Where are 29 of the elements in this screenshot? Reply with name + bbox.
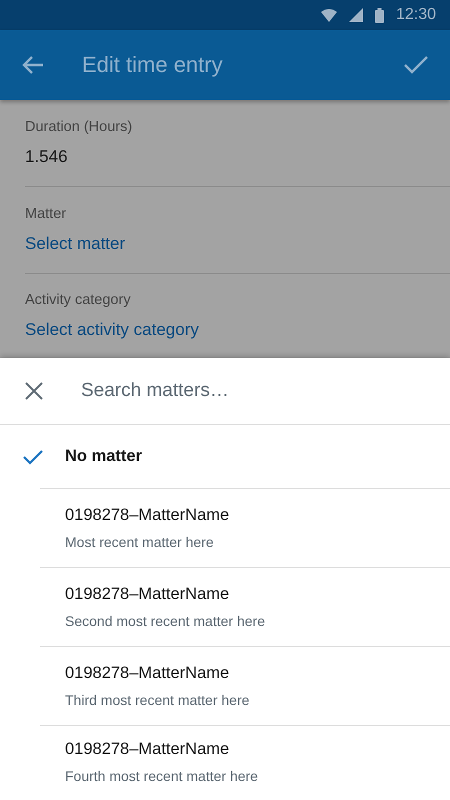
matter-title: No matter [65, 447, 144, 466]
matter-subtitle: Most recent matter here [65, 534, 215, 550]
matter-title: 0198278–MatterName [65, 740, 230, 759]
matter-subtitle: Third most recent matter here [65, 692, 250, 708]
select-link[interactable]: Select activity category [25, 320, 450, 340]
matter-subtitle: Fourth most recent matter here [65, 768, 259, 784]
matter-subtitle: Second most recent matter here [65, 613, 266, 629]
wifi-icon [320, 8, 337, 22]
check-icon [22, 450, 42, 464]
matter-item[interactable]: 0198278–MatterName Most recent matter here [0, 489, 450, 568]
select-link[interactable]: Select matter [25, 234, 450, 254]
matter-item[interactable]: 0198278–MatterName Third most recent matter here [0, 647, 450, 726]
matter-item[interactable]: 0198278–MatterName Second most recent matter here [0, 568, 450, 647]
field-label: Duration (Hours) [25, 119, 134, 135]
screen-title: Edit time entry [82, 52, 223, 78]
field-label: Matter [25, 206, 68, 222]
matter-title: 0198278–MatterName [65, 664, 230, 683]
back-arrow-icon [22, 55, 44, 75]
field-label: Activity category [25, 292, 132, 308]
matter-item[interactable]: 0198278–MatterName Fourth most recent matter here [0, 726, 450, 800]
close-icon [25, 382, 43, 400]
field-value[interactable]: 1.546 [25, 147, 450, 167]
signal-icon [348, 8, 363, 22]
clock-time: 12:30 [396, 6, 436, 24]
battery-icon [374, 8, 384, 22]
matter-title: 0198278–MatterName [65, 506, 230, 525]
check-icon [404, 56, 428, 74]
matter-item[interactable]: No matter [0, 425, 450, 489]
matter-title: 0198278–MatterName [65, 585, 230, 604]
